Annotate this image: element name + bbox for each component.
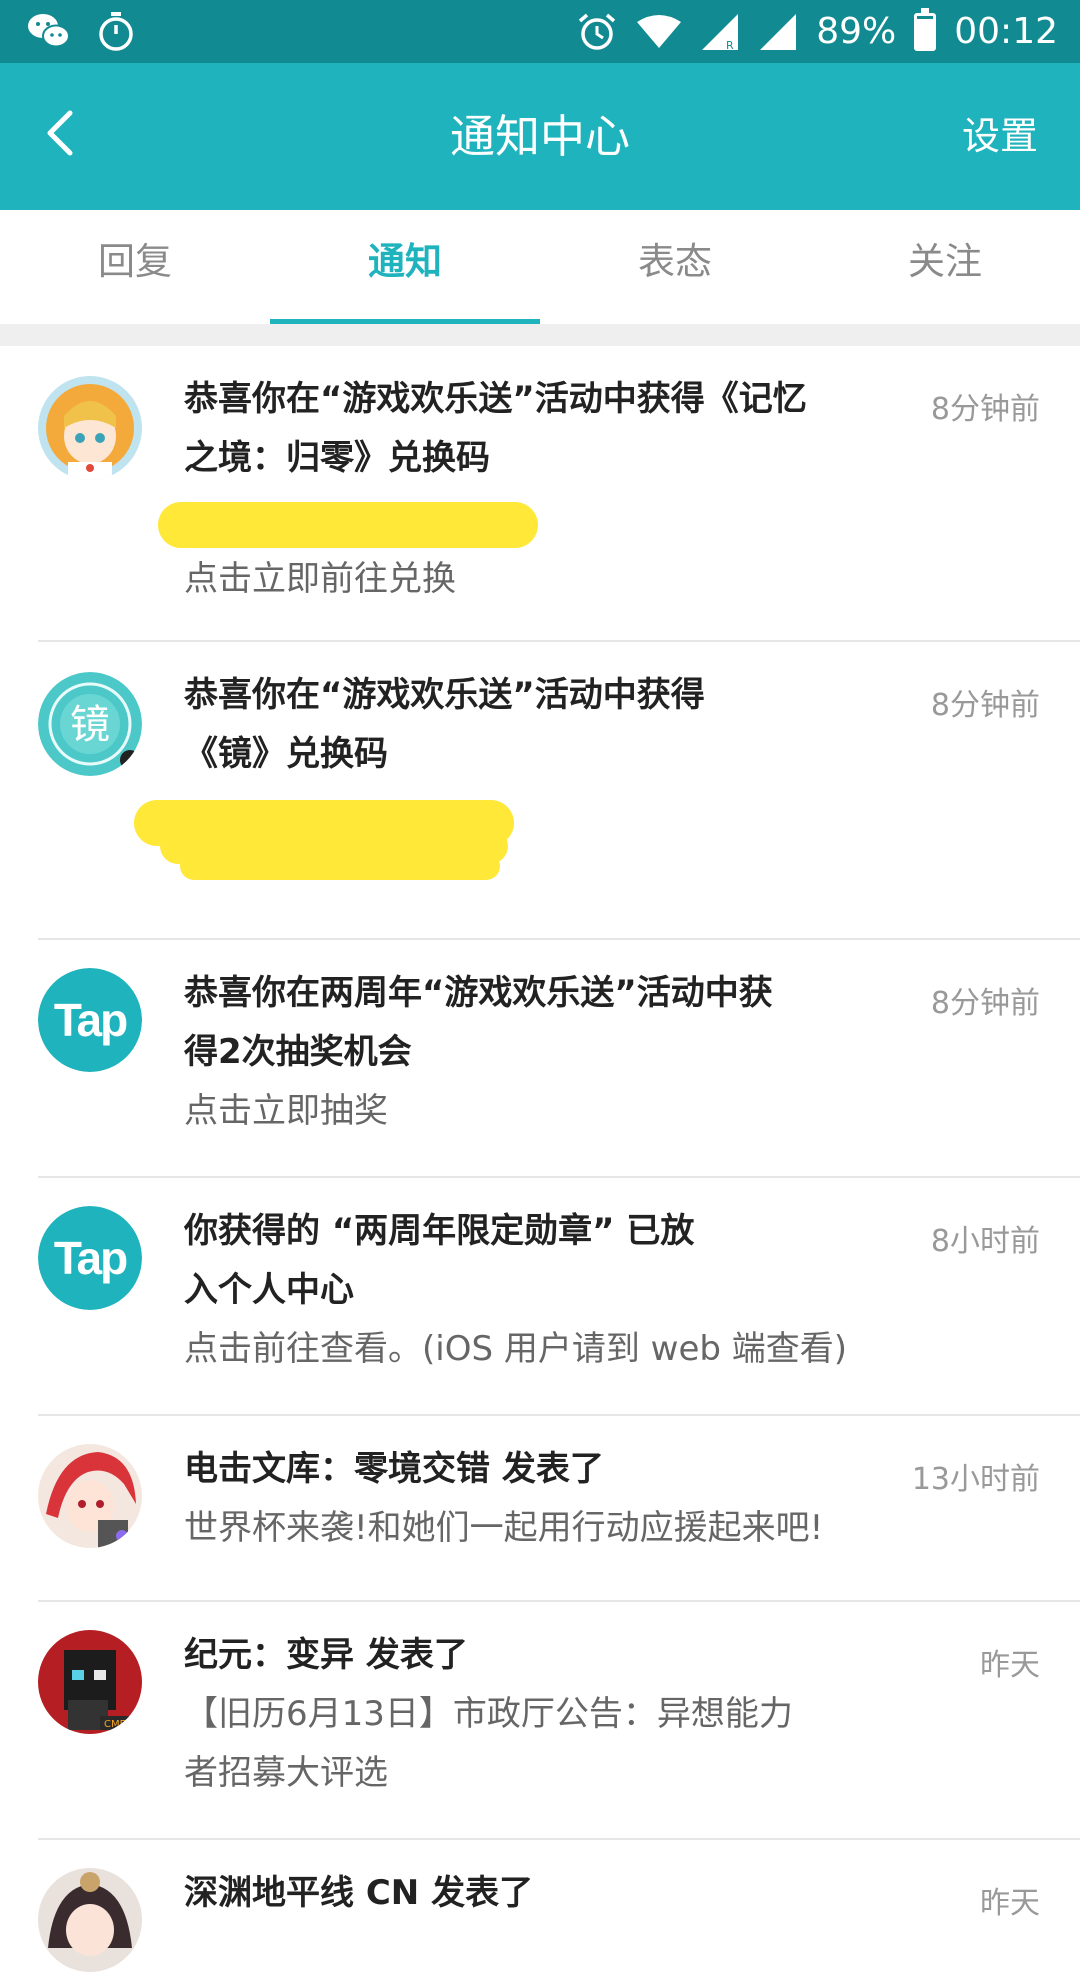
chevron-left-icon [47, 110, 73, 156]
notification-list: 恭喜你在“游戏欢乐送”活动中获得《记忆 之境：归零》兑换码 8分钟前 点击立即前… [0, 346, 1080, 1972]
notification-body: 点击立即前往兑换 [184, 559, 456, 599]
status-bar: R 89% 00:12 [0, 0, 1080, 63]
notification-title: 恭喜你在两周年“游戏欢乐送”活动中获 得2次抽奖机会 [184, 973, 773, 1072]
notification-body: 点击前往查看。(iOS 用户请到 web 端查看) [184, 1329, 848, 1369]
alarm-icon [579, 13, 616, 50]
list-item[interactable]: CME 纪元：变异 发表了 昨天 【旧历6月13日】市政厅公告：异想能力 者招募… [0, 1602, 1080, 1840]
list-item[interactable]: Tap 你获得的 “两周年限定勋章” 已放 入个人中心 8小时前 点击前往查看。… [0, 1178, 1080, 1416]
notification-body: 点击立即抽奖 [184, 1091, 388, 1131]
tap-logo: Tap [38, 1206, 142, 1310]
avatar: 镜 [38, 672, 142, 776]
notification-title: 电击文库：零境交错 发表了 [184, 1449, 604, 1489]
tab-reactions[interactable]: 表态 [540, 210, 810, 324]
notification-body: 世界杯来袭!和她们一起用行动应援起来吧! [184, 1508, 824, 1548]
redaction-mark [180, 852, 500, 880]
avatar: Tap [38, 1206, 142, 1310]
tab-notifications[interactable]: 通知 [270, 210, 540, 324]
notification-title: 恭喜你在“游戏欢乐送”活动中获得 《镜》兑换码 [184, 675, 705, 774]
app-bar: 通知中心 设置 [0, 63, 1080, 210]
battery-percent: 89% [816, 11, 897, 52]
signal-icon-2 [760, 13, 797, 50]
svg-text:CME: CME [104, 1719, 126, 1730]
notification-title: 恭喜你在“游戏欢乐送”活动中获得《记忆 之境：归零》兑换码 [184, 379, 807, 478]
page-title: 通知中心 [449, 110, 630, 163]
battery-icon [914, 7, 937, 51]
settings-button[interactable]: 设置 [962, 63, 1038, 210]
avatar: Tap [38, 968, 142, 1072]
list-item[interactable]: 恭喜你在“游戏欢乐送”活动中获得《记忆 之境：归零》兑换码 8分钟前 点击立即前… [0, 346, 1080, 642]
notification-time: 8分钟前 [930, 392, 1040, 427]
signal-icon: R [702, 13, 739, 52]
back-button[interactable] [32, 103, 92, 163]
avatar [38, 376, 142, 480]
notification-title: 深渊地平线 CN 发表了 [184, 1873, 534, 1913]
list-item[interactable]: 电击文库：零境交错 发表了 13小时前 世界杯来袭!和她们一起用行动应援起来吧! [0, 1416, 1080, 1602]
avatar [38, 1444, 142, 1548]
section-separator [0, 324, 1080, 346]
stopwatch-icon [99, 12, 133, 51]
notification-time: 8分钟前 [930, 688, 1040, 723]
list-item[interactable]: 镜 恭喜你在“游戏欢乐送”活动中获得 《镜》兑换码 8分钟前 [0, 642, 1080, 940]
avatar-glyph: 镜 [70, 702, 110, 748]
tab-bar: 回复 通知 表态 关注 [0, 210, 1080, 324]
list-item[interactable]: Tap 恭喜你在两周年“游戏欢乐送”活动中获 得2次抽奖机会 8分钟前 点击立即… [0, 940, 1080, 1178]
notification-time: 昨天 [980, 1886, 1040, 1921]
clock: 00:12 [954, 11, 1058, 52]
notification-title: 你获得的 “两周年限定勋章” 已放 入个人中心 [184, 1211, 695, 1310]
notification-time: 8分钟前 [930, 986, 1040, 1021]
notification-time: 昨天 [980, 1648, 1040, 1683]
notification-body: 【旧历6月13日】市政厅公告：异想能力 者招募大评选 [184, 1694, 793, 1793]
tab-follows[interactable]: 关注 [810, 210, 1080, 324]
wechat-icon [28, 14, 70, 48]
redaction-mark [158, 502, 538, 548]
avatar: CME [38, 1630, 142, 1734]
notification-title: 纪元：变异 发表了 [184, 1635, 468, 1675]
wifi-icon [637, 14, 682, 48]
svg-text:R: R [726, 39, 734, 52]
list-item[interactable]: 深渊地平线 CN 发表了 昨天 [0, 1840, 1080, 1972]
tap-logo: Tap [38, 968, 142, 1072]
notification-time: 13小时前 [911, 1462, 1040, 1497]
avatar [38, 1868, 142, 1972]
notification-time: 8小时前 [930, 1224, 1040, 1259]
tab-reply[interactable]: 回复 [0, 210, 270, 324]
